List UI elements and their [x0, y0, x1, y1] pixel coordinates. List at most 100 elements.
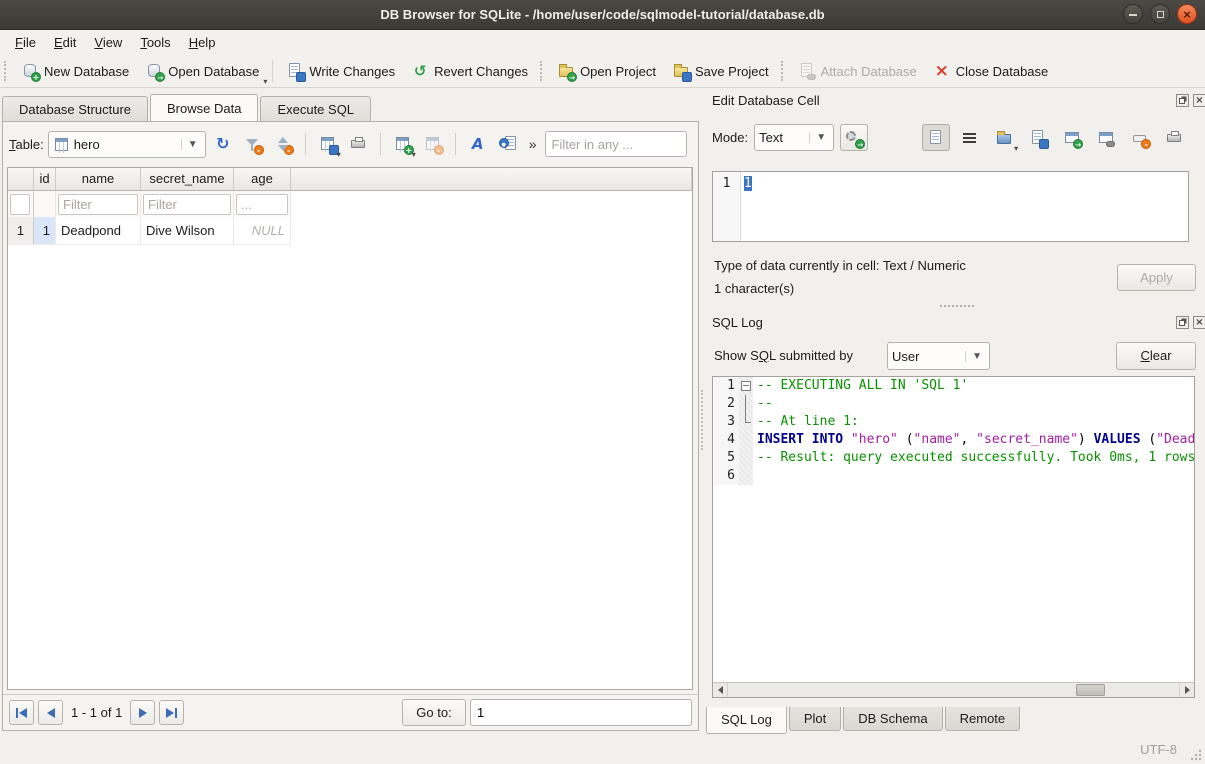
cell-age[interactable]: NULL — [234, 217, 291, 245]
clear-filters-icon — [244, 135, 262, 153]
open-in-app-icon — [1063, 129, 1081, 147]
menu-view[interactable]: View — [85, 32, 131, 53]
save-project-button[interactable]: Save Project — [664, 58, 777, 84]
auto-switch-mode-button[interactable] — [840, 124, 868, 151]
cell-secret-name[interactable]: Dive Wilson — [141, 217, 234, 245]
font-icon: A — [469, 135, 487, 153]
insert-record-button[interactable] — [390, 131, 416, 157]
text-view-button[interactable] — [922, 124, 950, 151]
cell-id[interactable]: 1 — [34, 217, 56, 245]
tab-sql-log[interactable]: SQL Log — [706, 707, 787, 734]
main-toolbar: New Database Open Database Write Changes… — [0, 55, 1205, 88]
clear-filters-button[interactable] — [240, 131, 266, 157]
next-record-button[interactable] — [130, 700, 155, 725]
tab-database-structure[interactable]: Database Structure — [2, 96, 148, 121]
copy-link-button[interactable] — [1092, 124, 1120, 151]
filter-input-age[interactable] — [236, 194, 288, 215]
open-file-icon — [995, 129, 1013, 147]
filter-input-secret-name[interactable] — [143, 194, 231, 215]
font-button[interactable]: A — [465, 131, 491, 157]
write-changes-button[interactable]: Write Changes — [278, 58, 403, 84]
sql-source-select[interactable]: User ▼ — [887, 342, 990, 370]
record-range-label: 1 - 1 of 1 — [67, 705, 126, 720]
goto-button[interactable]: Go to: — [402, 699, 466, 726]
maximize-button[interactable] — [1150, 4, 1170, 24]
dock-tab-bar: SQL Log Plot DB Schema Remote — [706, 707, 1022, 734]
menu-bar: File Edit View Tools Help — [0, 30, 1205, 55]
log-horizontal-scrollbar[interactable] — [713, 682, 1194, 697]
export-data-button[interactable] — [1024, 124, 1052, 151]
column-header-secret-name[interactable]: secret_name — [141, 168, 234, 191]
first-record-button[interactable] — [9, 700, 34, 725]
selected-text: 1 — [744, 176, 752, 191]
table-select[interactable]: hero ▼ — [48, 131, 206, 158]
goto-input[interactable] — [470, 699, 692, 726]
print-cell-button[interactable] — [1160, 124, 1188, 151]
find-icon — [499, 135, 517, 153]
column-header-age[interactable]: age — [234, 168, 291, 191]
set-null-button[interactable] — [1126, 124, 1154, 151]
scroll-right-button[interactable] — [1179, 683, 1194, 697]
toolbar-drag-handle[interactable] — [540, 61, 545, 81]
column-header-id[interactable]: id — [34, 168, 56, 191]
filter-any-input[interactable] — [545, 131, 687, 157]
encoding-indicator[interactable]: UTF-8 — [1140, 742, 1177, 757]
dock-splitter[interactable] — [940, 305, 974, 307]
grid-corner-header[interactable] — [8, 168, 34, 191]
menu-file[interactable]: File — [6, 32, 45, 53]
cell-name[interactable]: Deadpond — [56, 217, 141, 245]
print-icon — [349, 135, 367, 153]
menu-tools[interactable]: Tools — [131, 32, 179, 53]
toolbar-drag-handle[interactable] — [4, 61, 9, 81]
filter-input-name[interactable] — [58, 194, 138, 215]
close-database-button[interactable]: × Close Database — [925, 58, 1057, 84]
word-wrap-button[interactable] — [956, 124, 984, 151]
column-header-name[interactable]: name — [56, 168, 141, 191]
toolbar-separator — [272, 60, 273, 82]
toolbar-overflow-chevron[interactable]: » — [525, 136, 541, 152]
set-null-icon — [1131, 129, 1149, 147]
tab-execute-sql[interactable]: Execute SQL — [260, 96, 371, 121]
tab-plot[interactable]: Plot — [789, 707, 841, 731]
tab-remote[interactable]: Remote — [945, 707, 1021, 731]
table-row: 1 1 Deadpond Dive Wilson NULL — [8, 217, 692, 245]
close-dock-button[interactable]: × — [1193, 94, 1205, 107]
scrollbar-thumb[interactable] — [1076, 684, 1105, 696]
save-results-icon — [319, 135, 337, 153]
scroll-right-icon — [1185, 686, 1190, 694]
find-in-table-button[interactable] — [495, 131, 521, 157]
minimize-button[interactable] — [1123, 4, 1143, 24]
toolbar-drag-handle[interactable] — [781, 61, 786, 81]
scroll-left-button[interactable] — [713, 683, 728, 697]
import-data-button[interactable] — [990, 124, 1018, 151]
open-database-button[interactable]: Open Database — [137, 58, 267, 84]
previous-record-button[interactable] — [38, 700, 63, 725]
float-dock-button[interactable] — [1176, 94, 1189, 107]
menu-edit[interactable]: Edit — [45, 32, 85, 53]
open-project-button[interactable]: Open Project — [549, 58, 664, 84]
tab-browse-data[interactable]: Browse Data — [150, 94, 258, 121]
save-project-icon — [672, 62, 690, 80]
tab-db-schema[interactable]: DB Schema — [843, 707, 942, 731]
open-external-button[interactable] — [1058, 124, 1086, 151]
revert-changes-button[interactable]: ↺ Revert Changes — [403, 58, 536, 84]
editor-text-area[interactable]: 1 — [741, 172, 1188, 241]
cell-editor[interactable]: 1 1 — [712, 171, 1189, 242]
last-record-button[interactable] — [159, 700, 184, 725]
refresh-button[interactable]: ↻ — [210, 131, 236, 157]
new-database-button[interactable]: New Database — [13, 58, 137, 84]
print-button[interactable] — [345, 131, 371, 157]
mode-select[interactable]: Text ▼ — [754, 124, 834, 151]
row-header[interactable]: 1 — [8, 217, 34, 245]
save-results-button[interactable] — [315, 131, 341, 157]
panel-splitter[interactable] — [701, 390, 707, 450]
float-dock-button[interactable] — [1176, 316, 1189, 329]
close-dock-button[interactable]: × — [1193, 316, 1205, 329]
clear-log-button[interactable]: Clear — [1116, 342, 1196, 370]
clear-sorting-button[interactable] — [270, 131, 296, 157]
menu-help[interactable]: Help — [180, 32, 225, 53]
resize-grip[interactable] — [1190, 749, 1202, 761]
sql-log-view[interactable]: 1-- EXECUTING ALL IN 'SQL 1'2--3-- At li… — [712, 376, 1195, 698]
close-button[interactable]: × — [1177, 4, 1197, 24]
filter-input-id[interactable] — [10, 194, 30, 215]
